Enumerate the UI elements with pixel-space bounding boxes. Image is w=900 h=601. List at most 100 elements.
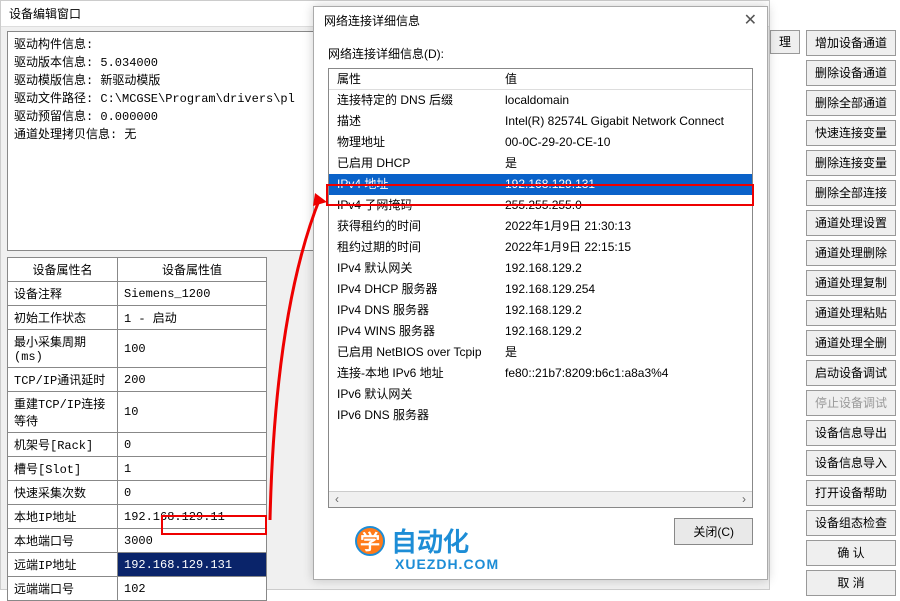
side-button[interactable]: 快速连接变量 xyxy=(806,120,896,146)
prop-value: localdomain xyxy=(499,90,752,111)
dialog-title: 网络连接详细信息 xyxy=(324,7,420,35)
side-button[interactable]: 删除连接变量 xyxy=(806,150,896,176)
prop-name: 远端端口号 xyxy=(8,577,118,601)
prop-name: 获得租约的时间 xyxy=(329,216,499,237)
list-item[interactable]: IPv4 DNS 服务器192.168.129.2 xyxy=(329,300,752,321)
side-button[interactable]: 删除全部连接 xyxy=(806,180,896,206)
list-item[interactable]: 描述Intel(R) 82574L Gigabit Network Connec… xyxy=(329,111,752,132)
prop-name: 重建TCP/IP连接等待 xyxy=(8,392,118,433)
prop-value: 是 xyxy=(499,153,752,174)
list-item[interactable]: 连接特定的 DNS 后缀localdomain xyxy=(329,90,752,111)
col-value: 值 xyxy=(499,69,752,89)
side-button[interactable]: 设备信息导入 xyxy=(806,450,896,476)
list-item[interactable]: 获得租约的时间2022年1月9日 21:30:13 xyxy=(329,216,752,237)
table-row[interactable]: 槽号[Slot]1 xyxy=(8,457,267,481)
prop-name: 本地IP地址 xyxy=(8,505,118,529)
side-button[interactable]: 启动设备调试 xyxy=(806,360,896,386)
prop-value: 255.255.255.0 xyxy=(499,195,752,216)
partial-button[interactable]: 理 xyxy=(770,30,800,54)
network-details-list[interactable]: 属性 值 连接特定的 DNS 后缀localdomain描述Intel(R) 8… xyxy=(328,68,753,508)
table-row[interactable]: 本地端口号3000 xyxy=(8,529,267,553)
list-item[interactable]: 连接-本地 IPv6 地址fe80::21b7:8209:b6c1:a8a3%4 xyxy=(329,363,752,384)
table-row[interactable]: TCP/IP通讯延时200 xyxy=(8,368,267,392)
table-row[interactable]: 远端IP地址192.168.129.131 xyxy=(8,553,267,577)
side-button[interactable]: 打开设备帮助 xyxy=(806,480,896,506)
prop-value[interactable]: 10 xyxy=(118,392,267,433)
list-item[interactable]: IPv6 默认网关 xyxy=(329,384,752,405)
side-button[interactable]: 通道处理全删 xyxy=(806,330,896,356)
prop-value: 192.168.129.254 xyxy=(499,279,752,300)
prop-value[interactable]: 1 - 启动 xyxy=(118,306,267,330)
col-property: 属性 xyxy=(329,69,499,89)
table-row[interactable]: 设备注释Siemens_1200 xyxy=(8,282,267,306)
prop-name: 连接-本地 IPv6 地址 xyxy=(329,363,499,384)
dialog-subtitle: 网络连接详细信息(D): xyxy=(328,45,753,62)
side-button[interactable]: 设备组态检查 xyxy=(806,510,896,536)
prop-value[interactable]: 102 xyxy=(118,577,267,601)
list-item[interactable]: IPv4 DHCP 服务器192.168.129.254 xyxy=(329,279,752,300)
side-button[interactable]: 取 消 xyxy=(806,570,896,596)
side-button[interactable]: 确 认 xyxy=(806,540,896,566)
list-item[interactable]: IPv4 默认网关192.168.129.2 xyxy=(329,258,752,279)
prop-value: 192.168.129.2 xyxy=(499,258,752,279)
side-button[interactable]: 通道处理复制 xyxy=(806,270,896,296)
list-item[interactable]: IPv4 子网掩码255.255.255.0 xyxy=(329,195,752,216)
prop-value[interactable]: 192.168.129.131 xyxy=(118,553,267,577)
prop-value[interactable]: 192.168.129.11 xyxy=(118,505,267,529)
list-item[interactable]: IPv6 DNS 服务器 xyxy=(329,405,752,426)
table-row[interactable]: 初始工作状态1 - 启动 xyxy=(8,306,267,330)
prop-name: 机架号[Rack] xyxy=(8,433,118,457)
prop-name: IPv4 WINS 服务器 xyxy=(329,321,499,342)
watermark-icon: 学 xyxy=(355,526,385,556)
prop-value: 是 xyxy=(499,342,752,363)
list-item[interactable]: 已启用 DHCP是 xyxy=(329,153,752,174)
side-button[interactable]: 通道处理设置 xyxy=(806,210,896,236)
prop-name: IPv4 地址 xyxy=(329,174,499,195)
prop-name: 最小采集周期(ms) xyxy=(8,330,118,368)
side-button[interactable]: 删除设备通道 xyxy=(806,60,896,86)
list-item[interactable]: IPv4 WINS 服务器192.168.129.2 xyxy=(329,321,752,342)
prop-name: IPv4 DHCP 服务器 xyxy=(329,279,499,300)
prop-name: 快速采集次数 xyxy=(8,481,118,505)
prop-value: 192.168.129.131 xyxy=(499,174,752,195)
prop-value[interactable]: 0 xyxy=(118,481,267,505)
watermark-url: XUEZDH.COM xyxy=(395,556,499,572)
device-property-table[interactable]: 设备属性名 设备属性值 设备注释Siemens_1200初始工作状态1 - 启动… xyxy=(7,257,267,601)
prop-value: fe80::21b7:8209:b6c1:a8a3%4 xyxy=(499,363,752,384)
prop-value[interactable]: 3000 xyxy=(118,529,267,553)
table-row[interactable]: 重建TCP/IP连接等待10 xyxy=(8,392,267,433)
prop-value: 192.168.129.2 xyxy=(499,300,752,321)
prop-name: IPv6 DNS 服务器 xyxy=(329,405,499,426)
table-row[interactable]: 快速采集次数0 xyxy=(8,481,267,505)
network-details-dialog: 网络连接详细信息 ✕ 网络连接详细信息(D): 属性 值 连接特定的 DNS 后… xyxy=(313,6,768,580)
list-item[interactable]: 已启用 NetBIOS over Tcpip是 xyxy=(329,342,752,363)
list-item[interactable]: 物理地址00-0C-29-20-CE-10 xyxy=(329,132,752,153)
list-item[interactable]: IPv4 地址192.168.129.131 xyxy=(329,174,752,195)
table-row[interactable]: 机架号[Rack]0 xyxy=(8,433,267,457)
prop-name: 槽号[Slot] xyxy=(8,457,118,481)
prop-value[interactable]: 1 xyxy=(118,457,267,481)
prop-value xyxy=(499,405,752,426)
close-icon[interactable]: ✕ xyxy=(744,7,757,35)
watermark-text: 自动化 xyxy=(391,522,469,559)
side-button[interactable]: 通道处理删除 xyxy=(806,240,896,266)
table-row[interactable]: 本地IP地址192.168.129.11 xyxy=(8,505,267,529)
list-item[interactable]: 租约过期的时间2022年1月9日 22:15:15 xyxy=(329,237,752,258)
side-button[interactable]: 设备信息导出 xyxy=(806,420,896,446)
side-button[interactable]: 删除全部通道 xyxy=(806,90,896,116)
prop-name: 已启用 DHCP xyxy=(329,153,499,174)
prop-value[interactable]: Siemens_1200 xyxy=(118,282,267,306)
table-row[interactable]: 最小采集周期(ms)100 xyxy=(8,330,267,368)
side-button[interactable]: 通道处理粘贴 xyxy=(806,300,896,326)
table-row[interactable]: 远端端口号102 xyxy=(8,577,267,601)
prop-name: IPv4 子网掩码 xyxy=(329,195,499,216)
prop-value[interactable]: 0 xyxy=(118,433,267,457)
prop-value[interactable]: 200 xyxy=(118,368,267,392)
prop-name: IPv6 默认网关 xyxy=(329,384,499,405)
horizontal-scrollbar[interactable]: ‹› xyxy=(329,491,752,507)
prop-value[interactable]: 100 xyxy=(118,330,267,368)
prop-value: 2022年1月9日 21:30:13 xyxy=(499,216,752,237)
side-button[interactable]: 增加设备通道 xyxy=(806,30,896,56)
close-button[interactable]: 关闭(C) xyxy=(674,518,753,545)
prop-value: 2022年1月9日 22:15:15 xyxy=(499,237,752,258)
